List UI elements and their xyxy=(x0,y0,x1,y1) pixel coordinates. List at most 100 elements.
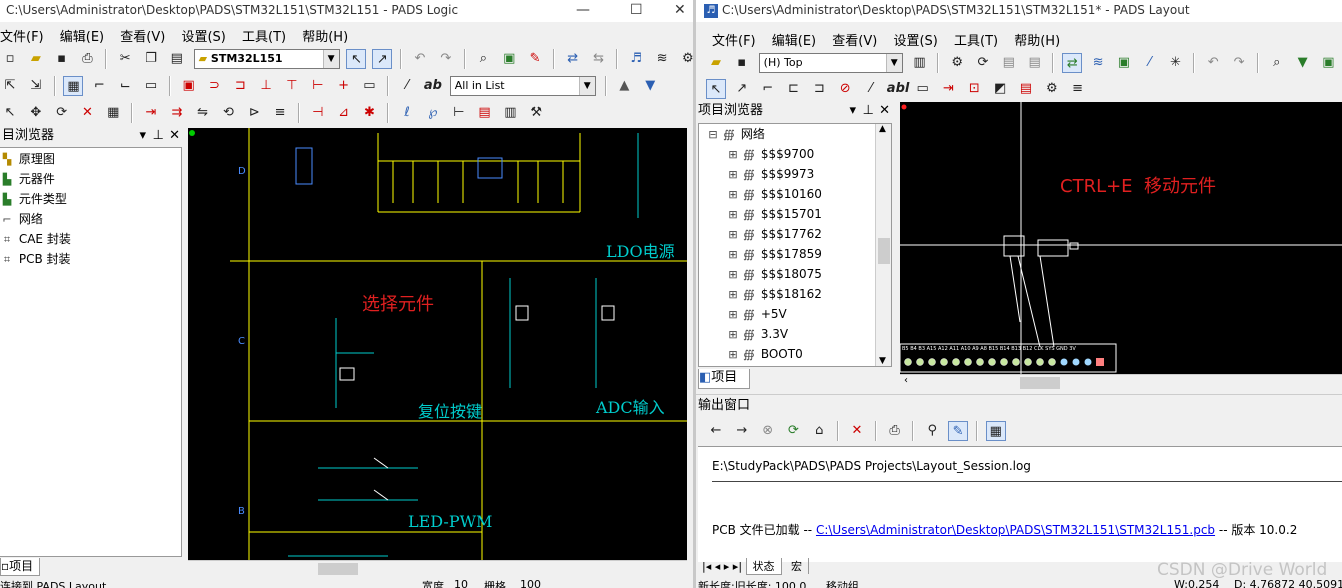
clear-icon[interactable]: ✕ xyxy=(847,421,867,441)
tree-item-parts[interactable]: ▙ 元器件 xyxy=(0,169,181,189)
menu-tools[interactable]: 工具(T) xyxy=(236,22,292,49)
via-icon[interactable]: ⚙ xyxy=(1042,79,1062,99)
menu-edit[interactable]: 编辑(E) xyxy=(54,22,110,49)
lock-icon[interactable]: ▤ xyxy=(999,53,1019,73)
edit-text-icon[interactable]: ℓ xyxy=(397,103,417,123)
menu-file[interactable]: 文件(F) xyxy=(0,22,50,49)
pin-panel-icon[interactable]: ▾ xyxy=(849,101,856,121)
junction-icon[interactable]: ✱ xyxy=(359,103,379,123)
select-icon[interactable]: ↗ xyxy=(732,79,752,99)
net-tree-vscroll[interactable]: ▲ ▼ xyxy=(875,124,891,366)
find-icon[interactable]: ▼ xyxy=(1293,53,1313,73)
select-mode-icon[interactable]: ↖ xyxy=(346,49,367,69)
bus-icon[interactable]: ⌙ xyxy=(115,76,135,96)
logic-project-tab[interactable]: ▫项目 xyxy=(0,558,40,576)
properties-icon[interactable]: ▦ xyxy=(103,103,123,123)
ground-icon[interactable]: ⊤ xyxy=(282,76,302,96)
net-item[interactable]: ⊞ ∰ $$$15701 xyxy=(699,204,891,224)
move-icon[interactable]: ⇥ xyxy=(938,79,958,99)
save-icon[interactable]: ▪ xyxy=(52,49,72,69)
menu-view[interactable]: 查看(V) xyxy=(826,26,883,53)
minimize-button[interactable]: — xyxy=(576,0,590,20)
text-label-icon[interactable]: ▭ xyxy=(359,76,379,96)
net-icon[interactable]: ⊿ xyxy=(334,103,354,123)
net-item[interactable]: ⊞ ∰ $$$9700 xyxy=(699,144,891,164)
net-item[interactable]: ⊞ ∰ $$$18162 xyxy=(699,284,891,304)
trace-icon[interactable]: ⁄ xyxy=(1140,53,1160,73)
schematic-hscroll[interactable] xyxy=(188,560,687,576)
link-icon[interactable]: ⇄ xyxy=(563,49,583,69)
vscroll-thumb[interactable] xyxy=(878,238,890,264)
component-icon[interactable]: ▤ xyxy=(1016,79,1036,99)
new-icon[interactable]: ▫ xyxy=(0,49,20,69)
net-item[interactable]: ⊞ ∰ $$$17859 xyxy=(699,244,891,264)
pointer-icon[interactable]: ↖ xyxy=(0,103,20,123)
filter-icon[interactable]: ⇲ xyxy=(26,76,46,96)
find-icon[interactable]: ⚲ xyxy=(922,421,942,441)
2d-line-icon[interactable]: ⁄ xyxy=(861,79,881,99)
component-icon[interactable]: ▣ xyxy=(179,76,199,96)
refresh-icon[interactable]: ⟳ xyxy=(783,421,803,441)
net-item[interactable]: ⊞ ∰ $$$17762 xyxy=(699,224,891,244)
menu-setup[interactable]: 设置(S) xyxy=(175,22,231,49)
move-icon[interactable]: ✥ xyxy=(26,103,46,123)
label-icon[interactable]: ▭ xyxy=(141,76,161,96)
scroll-up-icon[interactable]: ▲ xyxy=(879,124,886,134)
close-panel-icon[interactable]: ✕ xyxy=(879,101,890,121)
tab-status[interactable]: 状态 xyxy=(745,558,782,575)
open-icon[interactable]: ▰ xyxy=(26,49,46,69)
edit-attr-icon[interactable]: ℘ xyxy=(423,103,443,123)
settings-icon[interactable]: ⚙ xyxy=(947,53,967,73)
net-item[interactable]: ⊞ ∰ BOOT0 xyxy=(699,344,891,364)
net-item[interactable]: ⊞ ∰ $$$18075 xyxy=(699,264,891,284)
zoom-icon[interactable]: ⌕ xyxy=(1267,53,1287,73)
tab-prev-icon[interactable]: ◂ xyxy=(715,560,721,573)
tab-next-icon[interactable]: ▸ xyxy=(724,560,730,573)
drc-icon[interactable]: ≋ xyxy=(1088,53,1108,73)
maximize-button[interactable]: ☐ xyxy=(630,0,643,20)
menu-tools[interactable]: 工具(T) xyxy=(948,26,1004,53)
ratsnest-icon[interactable]: ✳ xyxy=(1166,53,1186,73)
radial-icon[interactable]: ⊡ xyxy=(964,79,984,99)
tee-icon[interactable]: ⊢ xyxy=(308,76,328,96)
text-icon[interactable]: ab xyxy=(423,76,443,96)
pour-icon[interactable]: ▣ xyxy=(1114,53,1134,73)
stop-icon[interactable]: ⊗ xyxy=(758,421,778,441)
wire-icon[interactable]: ⌐ xyxy=(89,76,109,96)
zoom-icon[interactable]: ⌕ xyxy=(473,49,493,69)
delete-icon[interactable]: ✕ xyxy=(77,103,97,123)
line-icon[interactable]: ⁄ xyxy=(397,76,417,96)
print-icon[interactable]: ⎙ xyxy=(77,49,97,69)
add-bus-icon[interactable]: ⇉ xyxy=(167,103,187,123)
home-icon[interactable]: ⌂ xyxy=(809,421,829,441)
close-panel-icon[interactable]: ✕ xyxy=(169,126,180,146)
menu-help[interactable]: 帮助(H) xyxy=(1008,26,1066,53)
edit-icon[interactable]: ✎ xyxy=(948,421,969,441)
pcb-canvas[interactable]: B5 B4 B3 A15 A12 A11 A10 A9 A8 B15 B14 B… xyxy=(900,102,1342,374)
pin-panel-icon[interactable]: ▾ xyxy=(139,126,146,146)
select-filter-icon-2[interactable]: ⇱ xyxy=(0,76,20,96)
hierarchy-icon[interactable]: ⊢ xyxy=(449,103,469,123)
pour-manager-icon[interactable]: ▣ xyxy=(1318,53,1338,73)
attribute-icon[interactable]: ▥ xyxy=(500,103,520,123)
menu-view[interactable]: 查看(V) xyxy=(114,22,171,49)
scroll-down-icon[interactable]: ▼ xyxy=(879,356,886,366)
dimension-icon[interactable]: ▭ xyxy=(913,79,933,99)
unlock-icon[interactable]: ▤ xyxy=(1025,53,1045,73)
dock-icon[interactable]: ⊥ xyxy=(863,101,874,121)
pin-icon[interactable]: ⊣ xyxy=(308,103,328,123)
split-icon[interactable]: ⇋ xyxy=(193,103,213,123)
scissor-icon[interactable]: ⚒ xyxy=(526,103,546,123)
net-item[interactable]: ⊞ ∰ $$$10160 xyxy=(699,184,891,204)
add-part-icon[interactable]: ▦ xyxy=(63,76,84,96)
cross-icon[interactable]: + xyxy=(334,76,354,96)
pcb-hscroll[interactable]: ‹ xyxy=(900,374,1342,390)
gate-icon[interactable]: ⊳ xyxy=(244,103,264,123)
layer-icon[interactable]: ▥ xyxy=(909,53,929,73)
tree-item-cae-decals[interactable]: ⌗ CAE 封装 xyxy=(0,229,181,249)
rotate-icon[interactable]: ⟳ xyxy=(52,103,72,123)
power-icon[interactable]: ⊥ xyxy=(256,76,276,96)
save-icon[interactable]: ▪ xyxy=(732,53,752,73)
tree-item-nets[interactable]: ⌐ 网络 xyxy=(0,209,181,229)
menu-setup[interactable]: 设置(S) xyxy=(887,26,943,53)
